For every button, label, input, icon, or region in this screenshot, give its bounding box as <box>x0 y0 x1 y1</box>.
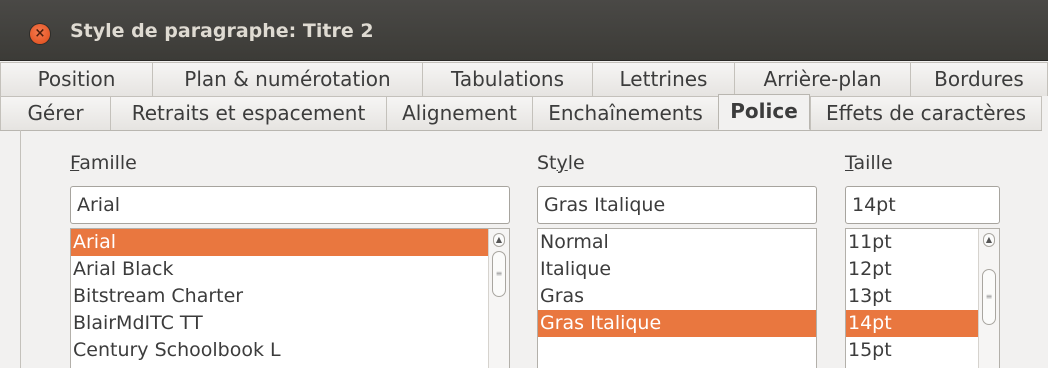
size-list-item[interactable]: 13pt <box>846 283 999 310</box>
family-scrollbar[interactable]: ▲ ≡ <box>488 229 509 368</box>
style-list-item[interactable]: Italique <box>538 256 816 283</box>
family-list-item[interactable]: Century Schoolbook L <box>71 337 509 364</box>
tab-gerer[interactable]: Gérer <box>0 96 110 130</box>
size-label: Taille <box>845 152 893 174</box>
tab-plan-numerotation[interactable]: Plan & numérotation <box>152 62 422 96</box>
size-list-item[interactable]: 12pt <box>846 256 999 283</box>
style-list-item[interactable]: Normal <box>538 229 816 256</box>
scroll-thumb[interactable]: ≡ <box>492 251 506 297</box>
family-list-item[interactable]: Arial Black <box>71 256 509 283</box>
tab-position[interactable]: Position <box>0 62 152 96</box>
scroll-thumb[interactable]: ≡ <box>982 269 996 325</box>
title-bar: × Style de paragraphe: Titre 2 <box>0 0 1048 61</box>
size-list-item[interactable]: 11pt <box>846 229 999 256</box>
style-input[interactable]: Gras Italique <box>537 186 817 224</box>
tab-lettrines[interactable]: Lettrines <box>592 62 734 96</box>
family-list-item[interactable]: BlairMdITC TT <box>71 310 509 337</box>
family-list-item[interactable]: Bitstream Charter <box>71 283 509 310</box>
size-input[interactable]: 14pt <box>845 186 1000 224</box>
tab-row-1: Position Plan & numérotation Tabulations… <box>0 62 1048 96</box>
style-list[interactable]: Normal Italique Gras Gras Italique <box>537 228 817 368</box>
tab-enchainements[interactable]: Enchaînements <box>532 96 718 130</box>
family-list-item[interactable]: Arial <box>71 229 509 256</box>
size-list[interactable]: 11pt 12pt 13pt 14pt 15pt ▲ ≡ <box>845 228 1000 368</box>
size-list-item[interactable]: 15pt <box>846 337 999 364</box>
tab-retraits-espacement[interactable]: Retraits et espacement <box>110 96 386 130</box>
style-list-item[interactable]: Gras <box>538 283 816 310</box>
tab-bordures[interactable]: Bordures <box>910 62 1048 96</box>
tab-tabulations[interactable]: Tabulations <box>422 62 592 96</box>
size-scrollbar[interactable]: ▲ ≡ <box>978 229 999 368</box>
tab-effets-caracteres[interactable]: Effets de caractères <box>810 96 1042 130</box>
window-title: Style de paragraphe: Titre 2 <box>70 20 374 42</box>
tab-police[interactable]: Police <box>718 94 810 130</box>
tab-alignement[interactable]: Alignement <box>386 96 532 130</box>
family-input[interactable]: Arial <box>70 186 510 224</box>
tab-arriere-plan[interactable]: Arrière-plan <box>734 62 910 96</box>
style-label: Style <box>537 152 585 174</box>
scroll-up-icon[interactable]: ▲ <box>983 233 995 247</box>
tab-row-2: Gérer Retraits et espacement Alignement … <box>0 94 1042 131</box>
family-list[interactable]: Arial Arial Black Bitstream Charter Blai… <box>70 228 510 368</box>
close-icon[interactable]: × <box>30 24 50 44</box>
family-label: Famille <box>70 152 137 174</box>
style-list-item[interactable]: Gras Italique <box>538 310 816 337</box>
scroll-up-icon[interactable]: ▲ <box>493 233 505 247</box>
size-list-item[interactable]: 14pt <box>846 310 999 337</box>
